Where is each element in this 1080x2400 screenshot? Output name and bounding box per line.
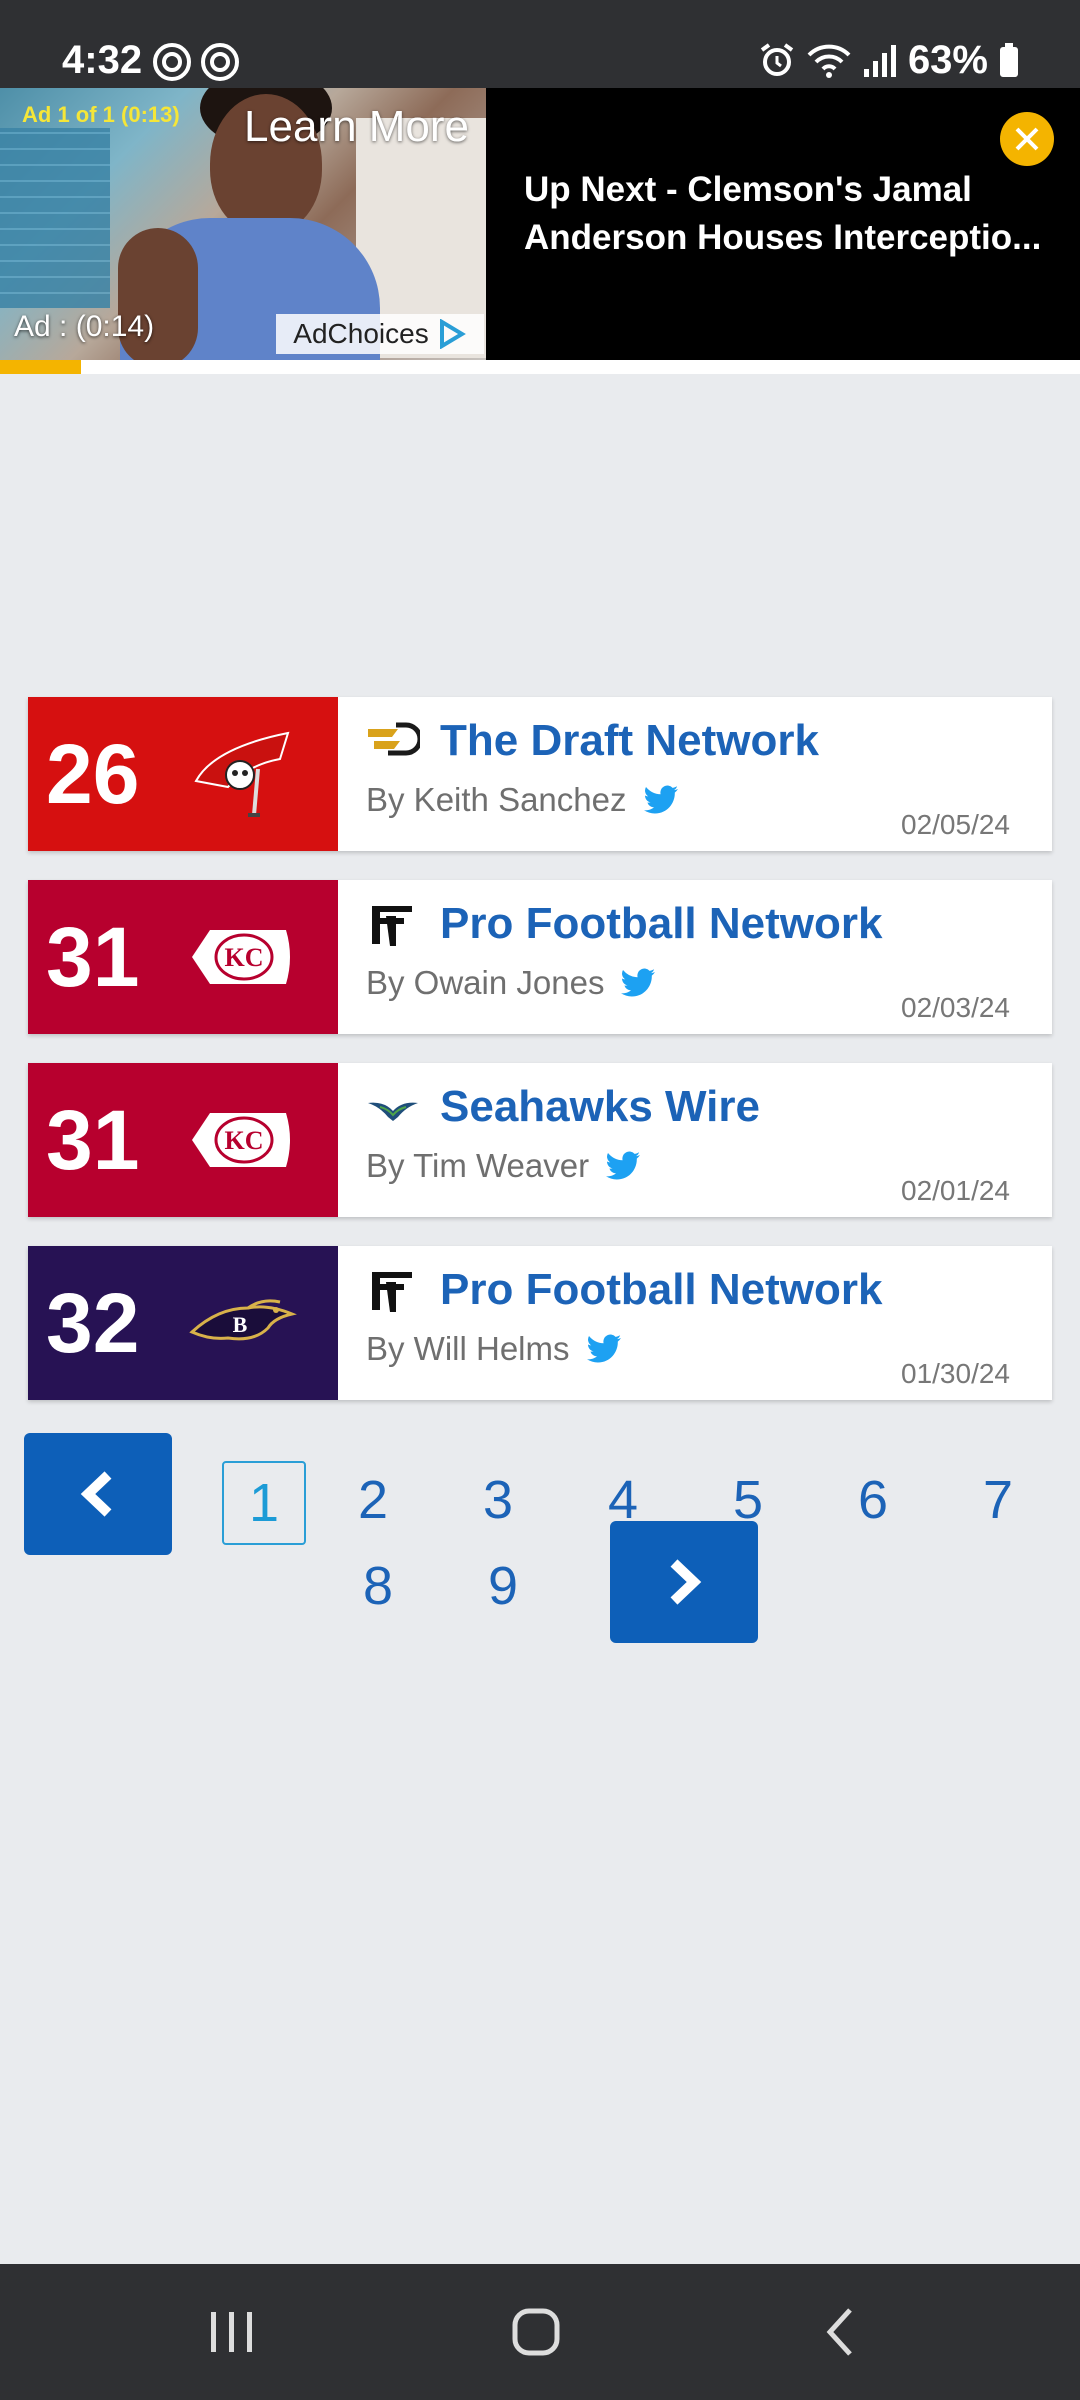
author-line: By Tim Weaver	[366, 1147, 641, 1185]
source-panel: Seahawks Wire By Tim Weaver 02/01/24	[338, 1063, 1052, 1217]
alarm-icon	[760, 43, 794, 76]
ad-timer: Ad : (0:14)	[14, 310, 155, 343]
page-7[interactable]: 7	[958, 1470, 1038, 1530]
twitter-icon[interactable]	[643, 785, 679, 815]
publish-date: 02/01/24	[901, 1175, 1010, 1206]
mock-draft-card[interactable]: 32 B Pro Football Network By Will Helms …	[28, 1246, 1052, 1400]
page-3[interactable]: 3	[458, 1470, 538, 1530]
mock-draft-card[interactable]: 31 KC Pro Football Network By Owain Jone…	[28, 880, 1052, 1034]
twitter-icon[interactable]	[586, 1334, 622, 1364]
threads-icon	[201, 43, 239, 81]
author-line: By Will Helms	[366, 1330, 622, 1368]
status-bar: 4:32 63%	[0, 0, 1080, 88]
chiefs-logo-icon: KC	[192, 930, 290, 984]
pfn-icon	[372, 906, 412, 946]
page-1[interactable]: 1	[222, 1461, 306, 1545]
author-name: By Will Helms	[366, 1330, 570, 1367]
publish-date: 02/05/24	[901, 809, 1010, 840]
back-icon[interactable]	[820, 2306, 860, 2358]
wifi-icon	[807, 44, 851, 78]
next-page-button[interactable]	[610, 1521, 758, 1643]
source-name[interactable]: Seahawks Wire	[440, 1081, 760, 1133]
adchoices-label: AdChoices	[293, 318, 429, 349]
page-2[interactable]: 2	[333, 1470, 413, 1530]
previous-page-button[interactable]	[24, 1433, 172, 1555]
adchoices-button[interactable]: AdChoices	[276, 314, 484, 354]
pfn-icon	[372, 1272, 412, 1312]
pick-number: 32	[46, 1275, 140, 1370]
learn-more-link[interactable]: Learn More	[244, 102, 469, 152]
ad-counter: Ad 1 of 1 (0:13)	[22, 102, 180, 127]
close-icon	[1015, 127, 1039, 151]
publish-date: 01/30/24	[901, 1358, 1010, 1389]
source-panel: Pro Football Network By Owain Jones 02/0…	[338, 880, 1052, 1034]
page-6[interactable]: 6	[833, 1470, 913, 1530]
video-progress-track	[0, 360, 1080, 374]
team-pick-panel: 32 B	[28, 1246, 338, 1400]
author-name: By Keith Sanchez	[366, 781, 627, 818]
ad-video-thumbnail[interactable]: Ad 1 of 1 (0:13) Learn More Ad : (0:14) …	[0, 88, 486, 360]
team-pick-panel: 31 KC	[28, 1063, 338, 1217]
up-next-title[interactable]: Up Next - Clemson's Jamal Anderson House…	[524, 166, 1044, 262]
chevron-right-icon	[670, 1559, 702, 1605]
author-line: By Owain Jones	[366, 964, 656, 1002]
publish-date: 02/03/24	[901, 992, 1010, 1023]
recent-apps-icon[interactable]	[205, 2308, 259, 2356]
status-time: 4:32	[62, 38, 143, 82]
pick-number: 31	[46, 909, 140, 1004]
system-nav-bar	[0, 2264, 1080, 2400]
ravens-logo-icon: B	[189, 1299, 297, 1341]
status-notification-icons	[152, 42, 240, 82]
close-video-button[interactable]	[1000, 112, 1054, 166]
home-icon[interactable]	[510, 2306, 562, 2358]
adchoices-icon	[439, 319, 466, 349]
video-ad-bar: Ad 1 of 1 (0:13) Learn More Ad : (0:14) …	[0, 88, 1080, 360]
svg-text:B: B	[233, 1312, 248, 1337]
author-name: By Tim Weaver	[366, 1147, 590, 1184]
page-8[interactable]: 8	[338, 1556, 418, 1616]
chevron-left-icon	[80, 1471, 112, 1517]
svg-text:KC: KC	[225, 1126, 264, 1155]
twitter-icon[interactable]	[620, 968, 656, 998]
svg-text:KC: KC	[225, 943, 264, 972]
twitter-icon[interactable]	[605, 1151, 641, 1181]
status-system-icons: 63%	[758, 36, 1020, 84]
mock-draft-card[interactable]: 31 KC Seahawks Wire By Tim Weaver 02/01/…	[28, 1063, 1052, 1217]
threads-icon	[153, 43, 191, 81]
author-line: By Keith Sanchez	[366, 781, 679, 819]
signal-icon	[863, 45, 896, 77]
video-progress-fill	[0, 360, 81, 374]
source-panel: The Draft Network By Keith Sanchez 02/05…	[338, 697, 1052, 851]
pick-number: 26	[46, 726, 140, 821]
mock-draft-card[interactable]: 26 The Draft Network By Keith Sanchez 02…	[28, 697, 1052, 851]
pick-number: 31	[46, 1092, 140, 1187]
chiefs-logo-icon: KC	[192, 1113, 290, 1167]
page-9[interactable]: 9	[463, 1556, 543, 1616]
source-panel: Pro Football Network By Will Helms 01/30…	[338, 1246, 1052, 1400]
source-name[interactable]: Pro Football Network	[440, 898, 882, 950]
draft-network-icon	[368, 722, 420, 756]
team-pick-panel: 26	[28, 697, 338, 851]
seahawks-wire-icon	[368, 1102, 418, 1121]
author-name: By Owain Jones	[366, 964, 605, 1001]
source-name[interactable]: The Draft Network	[440, 715, 819, 767]
team-pick-panel: 31 KC	[28, 880, 338, 1034]
battery-icon	[1000, 43, 1018, 77]
battery-percent: 63%	[907, 38, 988, 82]
buccaneers-logo-icon	[194, 731, 290, 817]
source-name[interactable]: Pro Football Network	[440, 1264, 882, 1316]
